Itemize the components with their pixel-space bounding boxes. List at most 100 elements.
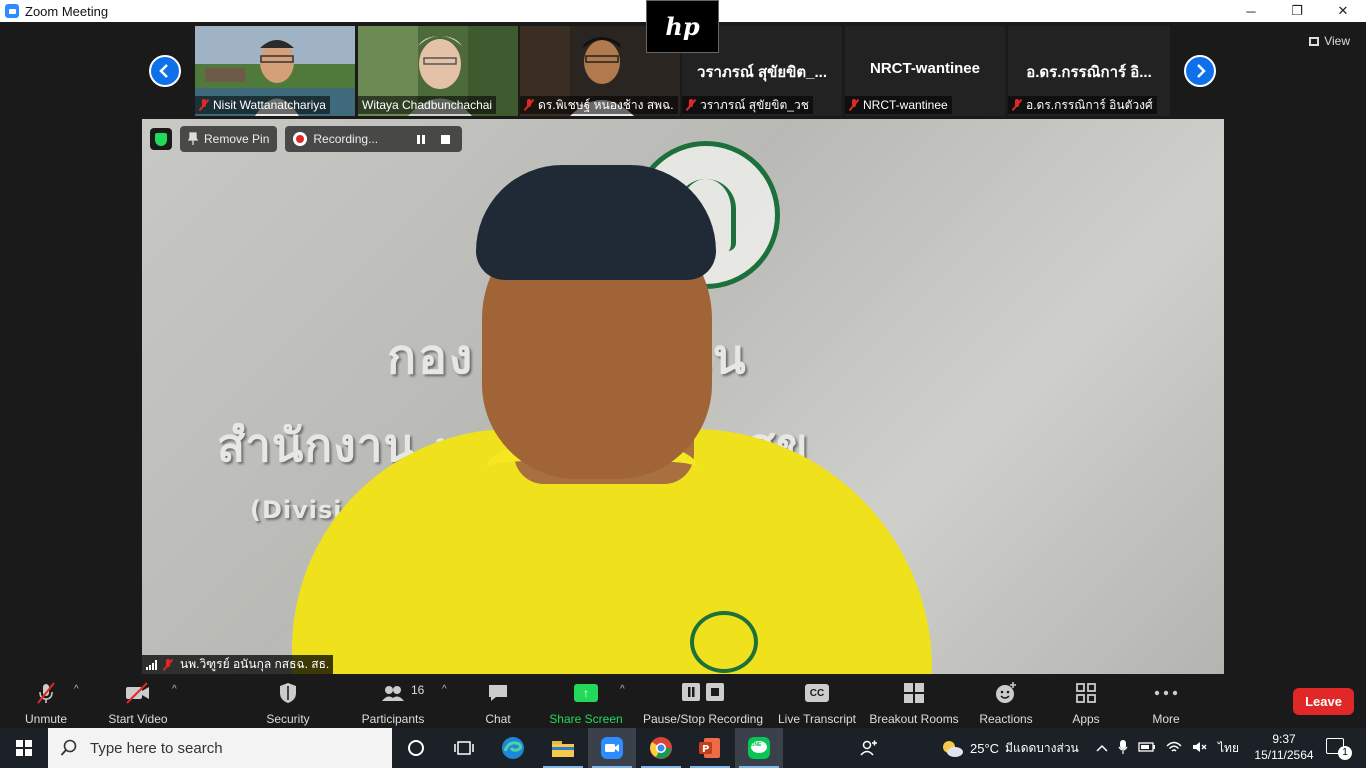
weather-partly-sunny-icon <box>943 741 963 757</box>
participant-name-bar: Nisit Wattanatchariya <box>195 96 330 114</box>
battery-icon[interactable] <box>1138 741 1156 756</box>
security-label: Security <box>266 712 310 726</box>
zoom-app-icon <box>5 4 19 18</box>
participant-tile[interactable]: อ.ดร.กรรณิการ์ อิ... อ.ดร.กรรณิการ์ อินต… <box>1008 26 1170 116</box>
line-icon-text: LINE <box>750 742 762 748</box>
system-tray: ไทย <box>1096 728 1239 768</box>
speaker-name-tag: นพ.วิฑูรย์ อนันกุล กสธฉ. สธ. <box>142 655 334 674</box>
window-title: Zoom Meeting <box>25 3 109 19</box>
security-button[interactable]: Security <box>260 680 316 726</box>
notification-center-icon[interactable]: 1 <box>1326 738 1352 760</box>
unmute-label: Unmute <box>24 712 68 726</box>
speaker-name: นพ.วิฑูรย์ อนันกุล กสธฉ. สธ. <box>180 657 330 671</box>
share-screen-button[interactable]: ↑ Share Screen <box>548 680 624 726</box>
audio-options-caret-icon[interactable]: ^ <box>74 684 79 695</box>
gallery-prev-button[interactable] <box>149 55 181 87</box>
task-view-icon[interactable] <box>440 728 488 768</box>
start-video-button[interactable]: Start Video <box>104 680 172 726</box>
restore-button[interactable]: ❐ <box>1274 0 1320 22</box>
participant-name: วราภรณ์ สุขัยขิต_วช <box>700 97 809 112</box>
input-language[interactable]: ไทย <box>1218 739 1239 758</box>
gallery-next-button[interactable] <box>1184 55 1216 87</box>
search-placeholder: Type here to search <box>90 739 223 757</box>
participant-name-bar: วราภรณ์ สุขัยขิต_วช <box>682 96 813 114</box>
chevron-left-icon <box>159 64 168 78</box>
pin-icon <box>188 132 198 145</box>
svg-text:P: P <box>702 744 709 755</box>
chat-button[interactable]: Chat <box>474 680 522 726</box>
unmute-button[interactable]: Unmute <box>18 680 74 726</box>
file-explorer-icon[interactable] <box>539 728 587 768</box>
participant-name: Witaya Chadbunchachai <box>362 98 493 112</box>
breakout-rooms-button[interactable]: Breakout Rooms <box>868 680 960 726</box>
taskbar-clock[interactable]: 9:37 15/11/2564 <box>1248 731 1320 763</box>
remove-pin-button[interactable]: Remove Pin <box>180 126 278 152</box>
participants-count: 16 <box>411 683 425 697</box>
apps-button[interactable]: Apps <box>1064 680 1108 726</box>
participant-name: Nisit Wattanatchariya <box>213 98 326 112</box>
live-transcript-label: Live Transcript <box>777 712 857 726</box>
hp-logo-text: hp <box>665 12 700 41</box>
participant-name: อ.ดร.กรรณิการ์ อินตัวงศ์ <box>1026 97 1153 112</box>
encryption-shield-icon[interactable] <box>150 128 172 150</box>
hp-logo: hp <box>646 0 719 53</box>
shirt-emblem <box>690 611 758 673</box>
zoom-icon[interactable] <box>588 728 636 768</box>
reactions-button[interactable]: Reactions <box>976 680 1036 726</box>
participant-name: NRCT-wantinee <box>863 98 948 112</box>
clock-date: 15/11/2564 <box>1254 748 1314 762</box>
speaker-hair <box>476 165 716 280</box>
view-button[interactable]: View <box>1309 34 1350 48</box>
taskbar-search[interactable]: Type here to search <box>48 728 392 768</box>
minimize-button[interactable]: ─ <box>1228 0 1274 22</box>
recording-indicator: Recording... <box>285 126 463 152</box>
windows-logo-icon <box>16 740 32 756</box>
powerpoint-icon[interactable]: P <box>686 728 734 768</box>
start-button[interactable] <box>0 728 48 768</box>
mic-muted-icon <box>163 658 173 671</box>
video-overlay-controls: Remove Pin Recording... <box>150 126 463 152</box>
participant-tile[interactable]: Witaya Chadbunchachai <box>358 26 518 116</box>
mic-muted-icon <box>686 99 696 111</box>
microphone-icon[interactable] <box>1118 739 1128 758</box>
pause-stop-recording-label: Pause/Stop Recording <box>642 712 764 726</box>
line-icon[interactable]: LINE <box>735 728 783 768</box>
participant-tile[interactable]: Nisit Wattanatchariya <box>195 26 355 116</box>
chat-icon <box>486 681 510 705</box>
pause-recording-icon[interactable] <box>412 130 430 148</box>
speaker-muted-icon[interactable] <box>1192 740 1208 757</box>
close-button[interactable]: ✕ <box>1320 0 1366 22</box>
participants-options-caret-icon[interactable]: ^ <box>442 684 447 695</box>
participants-icon: 16 <box>380 681 424 705</box>
apps-label: Apps <box>1072 712 1100 726</box>
more-button[interactable]: More <box>1144 680 1188 726</box>
participant-display-name: อ.ดร.กรรณิการ์ อิ... <box>1026 64 1152 81</box>
mic-muted-icon <box>849 99 859 111</box>
wifi-icon[interactable] <box>1166 740 1182 757</box>
breakout-rooms-label: Breakout Rooms <box>869 712 959 726</box>
video-options-caret-icon[interactable]: ^ <box>172 684 177 695</box>
live-transcript-button[interactable]: CC Live Transcript <box>776 680 858 726</box>
participant-tile[interactable]: NRCT-wantinee NRCT-wantinee <box>845 26 1005 116</box>
share-options-caret-icon[interactable]: ^ <box>620 684 625 695</box>
edge-icon[interactable] <box>489 728 537 768</box>
leave-button[interactable]: Leave <box>1293 688 1354 715</box>
stop-recording-icon[interactable] <box>436 130 454 148</box>
closed-caption-icon: CC <box>805 681 829 705</box>
participant-name-bar: ดร.พิเชษฐ์ หนองช้าง สพฉ. <box>520 96 678 114</box>
chrome-icon[interactable] <box>637 728 685 768</box>
weather-widget[interactable]: 25°C มีแดดบางส่วน <box>940 728 1079 768</box>
participants-label: Participants <box>361 712 425 726</box>
weather-desc: มีแดดบางส่วน <box>1005 740 1079 755</box>
pause-stop-recording-button[interactable]: Pause/Stop Recording <box>642 680 764 726</box>
connection-signal-icon <box>146 659 157 670</box>
chevron-right-icon <box>1197 64 1206 78</box>
share-screen-icon: ↑ <box>574 681 598 705</box>
chevron-up-icon[interactable] <box>1096 741 1108 755</box>
notification-count: 1 <box>1338 746 1352 760</box>
meeting-toolbar: Unmute ^ Start Video ^ Security 16 Parti… <box>0 676 1366 728</box>
cortana-icon[interactable] <box>392 728 440 768</box>
participants-button[interactable]: 16 Participants <box>358 680 428 726</box>
people-icon[interactable] <box>860 728 878 768</box>
breakout-rooms-icon <box>903 681 925 705</box>
